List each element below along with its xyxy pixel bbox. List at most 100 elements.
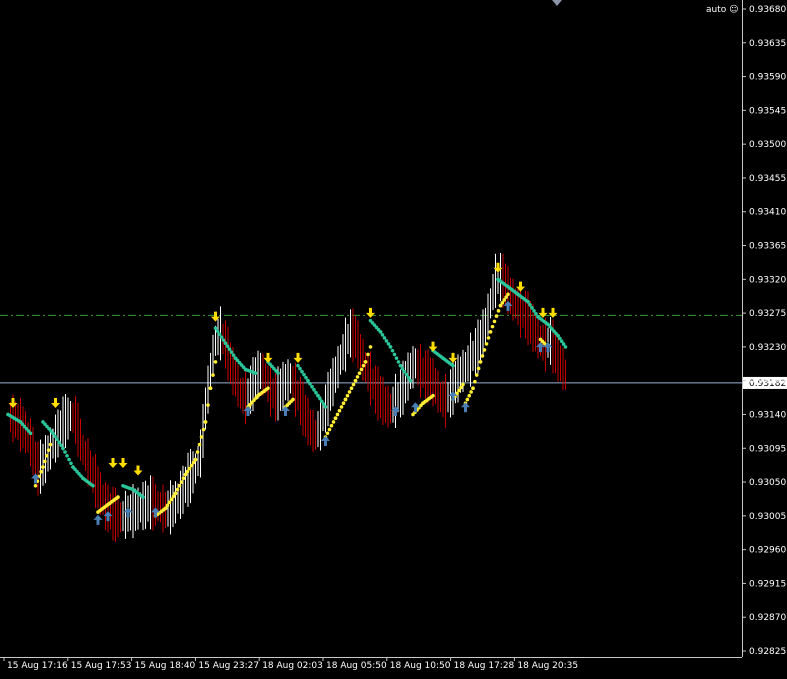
trail-dot-up bbox=[44, 453, 49, 458]
trail-dot-up bbox=[478, 360, 483, 364]
trail-dot-down bbox=[91, 484, 95, 488]
trail-dot-up bbox=[211, 373, 215, 377]
sell-arrow-icon bbox=[108, 458, 118, 469]
trail-dot-up bbox=[193, 457, 198, 462]
trail-dot-up bbox=[167, 500, 172, 505]
price-tick-label: 0.92825 bbox=[749, 647, 786, 657]
trail-dot-down bbox=[69, 461, 73, 466]
autoscroll-label: auto bbox=[706, 5, 727, 15]
price-tick-label: 0.93095 bbox=[749, 444, 786, 454]
trail-dot-up bbox=[175, 487, 180, 492]
trail-dot-up bbox=[486, 336, 491, 340]
trail-dot-up bbox=[185, 469, 190, 474]
time-tick-label: 18 Aug 10:50 bbox=[390, 661, 451, 671]
trail-dot-up bbox=[484, 342, 489, 346]
price-axis: 0.93680 0.93635 0.93590 0.93545 0.93500 0.934… bbox=[742, 5, 786, 657]
trail-dot-down bbox=[63, 450, 67, 454]
trail-dot-down bbox=[65, 453, 69, 458]
chart-shift-marker[interactable] bbox=[552, 0, 562, 6]
trail-dot-down bbox=[217, 332, 222, 336]
trail-dot-down bbox=[312, 387, 316, 392]
trail-dot-down bbox=[388, 345, 393, 349]
trail-dot-down bbox=[530, 306, 534, 310]
trail-dot-up bbox=[325, 431, 330, 436]
buy-arrow-icon bbox=[93, 514, 103, 525]
trail-dot-up bbox=[197, 442, 202, 447]
trail-dot-down bbox=[378, 330, 383, 334]
price-tick-label: 0.93275 bbox=[749, 309, 786, 319]
price-chart[interactable]: 0.93182 0.93680 0.93635 0.93590 0.93545 0.93… bbox=[0, 0, 787, 675]
trail-dot-up bbox=[482, 348, 487, 352]
trail-dot-down bbox=[408, 378, 413, 383]
price-tick-label: 0.93230 bbox=[749, 343, 786, 353]
trail-dot-up bbox=[171, 494, 176, 499]
trail-dot-up bbox=[359, 367, 364, 372]
buy-arrow-icon bbox=[391, 405, 400, 416]
sell-arrow-icon bbox=[548, 307, 558, 318]
trail-dot-down bbox=[221, 338, 226, 342]
trail-dot-down bbox=[225, 344, 230, 348]
price-tick-label: 0.92870 bbox=[749, 613, 786, 623]
trail-dot-up bbox=[469, 390, 473, 394]
trail-dot-up bbox=[355, 375, 360, 379]
trail-dot-up bbox=[291, 397, 295, 402]
chart-frame bbox=[0, 0, 743, 658]
sell-arrow-icon bbox=[211, 311, 220, 322]
trail-dot-up bbox=[496, 309, 501, 313]
buy-arrow-icon bbox=[321, 436, 330, 446]
price-tick-label: 0.92915 bbox=[749, 579, 786, 589]
sell-arrow-icon bbox=[493, 262, 503, 273]
trail-dot-up bbox=[213, 360, 218, 364]
trail-dot-down bbox=[61, 446, 65, 451]
buy-arrow-icon bbox=[281, 405, 290, 416]
time-tick-label: 15 Aug 17:53 bbox=[71, 661, 132, 671]
trail-dot-up bbox=[208, 386, 213, 390]
trail-dot-up bbox=[206, 403, 210, 407]
trail-dot-up bbox=[353, 378, 358, 383]
trail-dot-up bbox=[341, 401, 346, 406]
trail-dot-down bbox=[141, 495, 145, 499]
time-tick-label: 18 Aug 20:35 bbox=[517, 661, 578, 671]
autoscroll-indicator[interactable]: auto ☺ bbox=[706, 5, 739, 15]
trail-dot-up bbox=[329, 423, 334, 428]
trail-dot-up bbox=[343, 397, 348, 402]
trail-dot-down bbox=[253, 371, 258, 375]
sell-arrow-icon bbox=[8, 397, 18, 408]
buy-arrow-icon bbox=[151, 507, 160, 518]
trail-dot-up bbox=[339, 405, 344, 409]
price-tick-label: 0.93185 bbox=[749, 377, 786, 387]
trail-dot-up bbox=[457, 388, 461, 393]
time-tick-label: 18 Aug 02:03 bbox=[262, 661, 323, 671]
trail-dot-down bbox=[402, 369, 407, 374]
trail-dot-up bbox=[48, 442, 53, 447]
buy-arrow-icon bbox=[503, 300, 513, 311]
trail-dot-up bbox=[345, 393, 350, 398]
trail-dot-up bbox=[327, 427, 332, 432]
trail-dot-up bbox=[195, 450, 200, 454]
buy-arrow-icon bbox=[103, 511, 113, 522]
trail-dot-down bbox=[563, 345, 568, 349]
trail-dot-down bbox=[306, 378, 310, 383]
trail-dot-up bbox=[473, 379, 477, 384]
chart-canvas[interactable]: 0.93182 0.936800.936350.935900.935450.93… bbox=[0, 0, 787, 675]
trail-dot-down bbox=[231, 353, 236, 357]
sell-arrow-icon bbox=[133, 465, 143, 476]
trail-dot-up bbox=[351, 382, 356, 387]
trail-dot-up bbox=[201, 427, 206, 432]
trail-dot-up bbox=[266, 386, 270, 390]
price-tick-label: 0.93500 bbox=[749, 140, 786, 150]
trail-dot-up bbox=[474, 373, 479, 377]
trail-dot-up bbox=[471, 386, 475, 390]
buy-arrow-icon bbox=[461, 402, 470, 413]
trail-dot-up bbox=[331, 420, 336, 424]
trail-dot-up bbox=[183, 472, 188, 477]
trail-dot-down bbox=[451, 363, 455, 368]
trail-dot-up bbox=[41, 465, 45, 469]
trail-dot-up bbox=[179, 480, 184, 484]
trail-dot-up bbox=[368, 345, 373, 349]
trail-dot-up bbox=[163, 506, 168, 511]
price-tick-label: 0.93005 bbox=[749, 512, 786, 522]
trail-dot-down bbox=[296, 363, 300, 368]
trail-dot-up bbox=[189, 463, 194, 468]
trail-dot-down bbox=[398, 363, 403, 368]
